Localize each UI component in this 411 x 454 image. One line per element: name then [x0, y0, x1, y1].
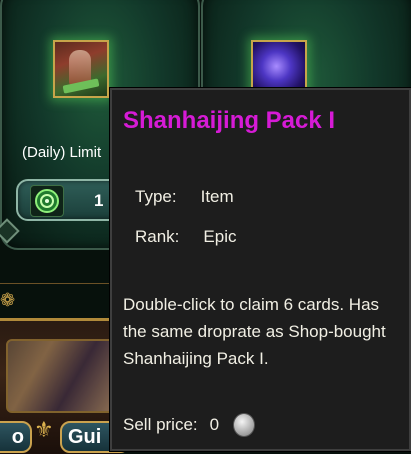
rank-label: Rank:: [135, 227, 180, 246]
item-tooltip: Shanhaijing Pack I Type: Item Rank: Epic D…: [109, 87, 411, 452]
pack-thumbnail[interactable]: [53, 40, 109, 98]
tooltip-sell-price: Sell price: 0: [123, 413, 256, 437]
bottom-menu: o ⚜ Gui: [0, 318, 130, 454]
menu-artwork: [6, 339, 118, 413]
tooltip-description: Double-click to claim 6 cards. Has the s…: [123, 295, 386, 368]
sell-price-label: Sell price:: [123, 415, 198, 434]
rank-value: Epic: [203, 227, 237, 246]
tooltip-rank-row: Rank: Epic: [135, 227, 237, 247]
divider-ornament: ❁: [0, 283, 120, 314]
swirl-ornament-icon: ❁: [0, 290, 16, 310]
tooltip-type-row: Type: Item: [135, 187, 234, 207]
crown-ornament-icon: ⚜: [34, 417, 54, 442]
green-token-icon: [30, 185, 64, 217]
card-corner-ornament: [0, 218, 20, 244]
buy-price-count: 1: [94, 191, 104, 210]
silver-coin-icon: [233, 413, 256, 437]
type-value: Item: [200, 187, 234, 206]
type-label: Type:: [135, 187, 177, 206]
tooltip-title: Shanhaijing Pack I: [123, 107, 336, 134]
menu-button-left[interactable]: o: [0, 421, 32, 453]
sell-price-value: 0: [209, 415, 220, 434]
